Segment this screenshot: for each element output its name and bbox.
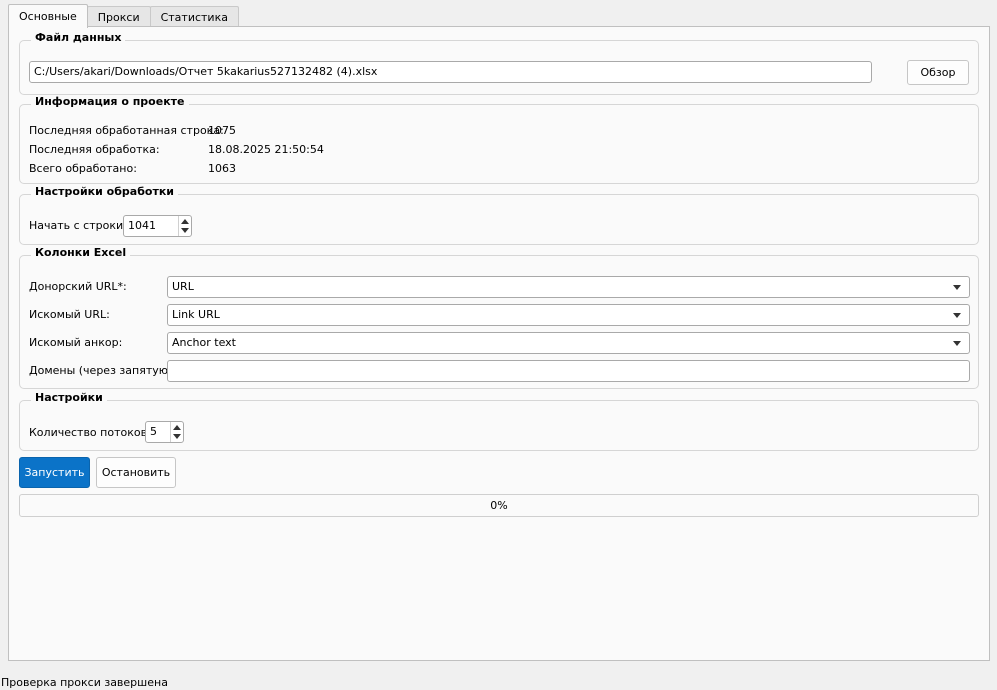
spin-up-icon[interactable]: [181, 219, 189, 224]
domains-label: Домены (через запятую):: [29, 364, 176, 377]
data-file-group-title: Файл данных: [31, 31, 126, 44]
last-row-value: 1075: [208, 124, 236, 137]
data-file-group: Файл данных C:/Users/akari/Downloads/Отч…: [19, 31, 979, 95]
threads-spinbox[interactable]: 5: [145, 421, 184, 443]
donor-url-label: Донорский URL*:: [29, 280, 127, 293]
settings-group-title: Настройки: [31, 391, 107, 404]
last-processing-value: 18.08.2025 21:50:54: [208, 143, 324, 156]
tab-proxy-label: Прокси: [97, 10, 140, 24]
threads-label: Количество потоков:: [29, 426, 151, 439]
target-anchor-select[interactable]: Anchor text: [167, 332, 970, 354]
browse-button[interactable]: Обзор: [907, 60, 969, 85]
start-row-spin-arrows[interactable]: [178, 216, 191, 236]
threads-value: 5: [150, 425, 157, 438]
processing-settings-group: Настройки обработки Начать с строки: 104…: [19, 185, 979, 245]
tab-proxy[interactable]: Прокси: [86, 6, 151, 27]
start-button[interactable]: Запустить: [19, 457, 90, 488]
chevron-down-icon: [953, 285, 961, 290]
target-anchor-value: Anchor text: [172, 336, 236, 349]
project-info-group-title: Информация о проекте: [31, 95, 189, 108]
target-url-select[interactable]: Link URL: [167, 304, 970, 326]
data-file-path-input[interactable]: C:/Users/akari/Downloads/Отчет 5kakarius…: [29, 61, 872, 83]
target-url-value: Link URL: [172, 308, 220, 321]
start-row-spinbox[interactable]: 1041: [123, 215, 192, 237]
donor-url-select[interactable]: URL: [167, 276, 970, 298]
target-url-label: Искомый URL:: [29, 308, 110, 321]
spin-up-icon[interactable]: [173, 425, 181, 430]
stop-button-label: Остановить: [101, 466, 171, 479]
total-processed-label: Всего обработано:: [29, 162, 137, 175]
project-info-group: Информация о проекте Последняя обработан…: [19, 95, 979, 184]
start-row-value: 1041: [128, 219, 156, 232]
settings-group: Настройки Количество потоков: 5: [19, 391, 979, 451]
browse-button-label: Обзор: [920, 66, 956, 79]
domains-input[interactable]: [167, 360, 970, 382]
tab-bar: Основные Прокси Статистика: [8, 4, 239, 28]
start-row-label: Начать с строки:: [29, 219, 127, 232]
status-text: Проверка прокси завершена: [1, 676, 168, 689]
target-anchor-label: Искомый анкор:: [29, 336, 123, 349]
donor-url-value: URL: [172, 280, 194, 293]
total-processed-value: 1063: [208, 162, 236, 175]
main-panel: Файл данных C:/Users/akari/Downloads/Отч…: [8, 26, 990, 661]
threads-spin-arrows[interactable]: [170, 422, 183, 442]
excel-columns-group: Колонки Excel Донорский URL*: URL Искомы…: [19, 246, 979, 389]
processing-settings-group-title: Настройки обработки: [31, 185, 178, 198]
chevron-down-icon: [953, 341, 961, 346]
status-bar: Проверка прокси завершена: [0, 675, 997, 690]
tab-statistics[interactable]: Статистика: [149, 6, 239, 27]
last-row-label: Последняя обработанная строка:: [29, 124, 224, 137]
spin-down-icon[interactable]: [181, 228, 189, 233]
start-button-label: Запустить: [24, 466, 85, 479]
chevron-down-icon: [953, 313, 961, 318]
excel-columns-group-title: Колонки Excel: [31, 246, 131, 259]
progress-bar: 0%: [19, 494, 979, 517]
last-processing-label: Последняя обработка:: [29, 143, 160, 156]
tab-main[interactable]: Основные: [8, 4, 88, 28]
progress-text: 0%: [490, 499, 508, 512]
spin-down-icon[interactable]: [173, 434, 181, 439]
tab-main-label: Основные: [19, 10, 77, 23]
tab-statistics-label: Статистика: [160, 10, 228, 24]
stop-button[interactable]: Остановить: [96, 457, 176, 488]
